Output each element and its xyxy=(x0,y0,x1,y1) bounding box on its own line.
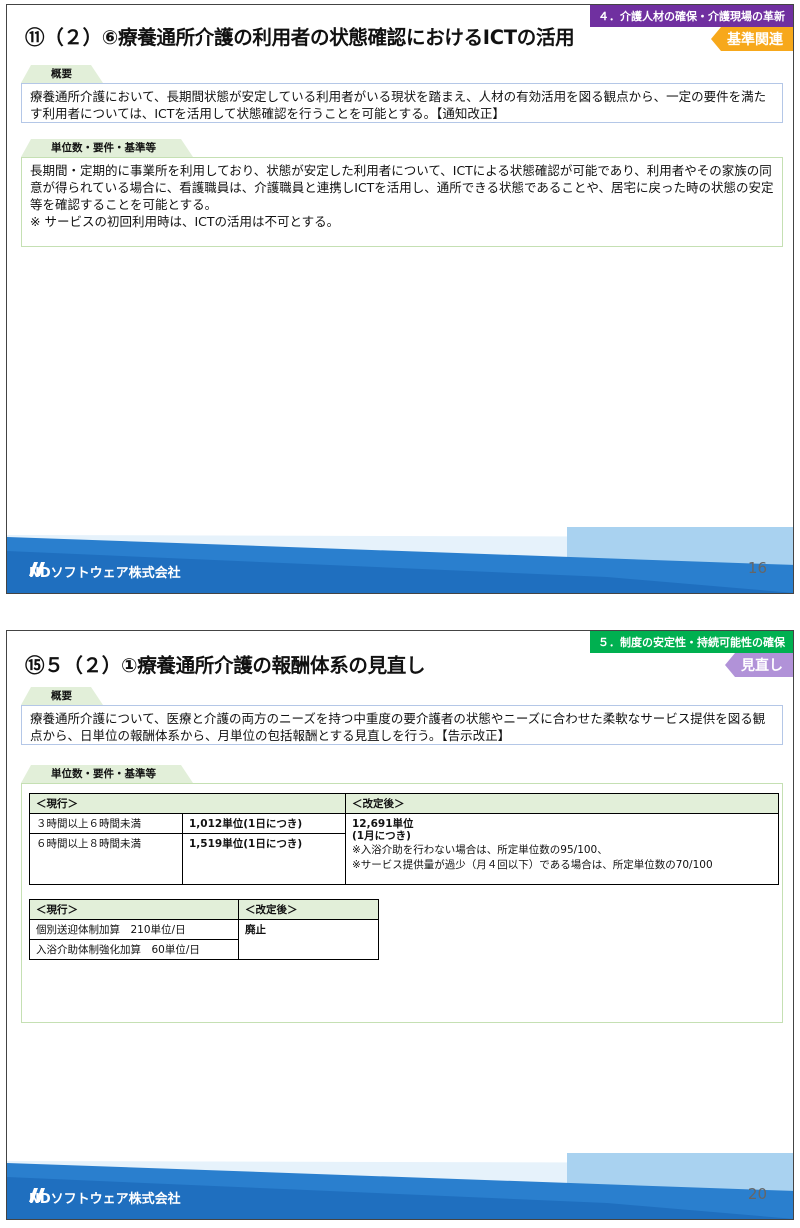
overview-label: 概要 xyxy=(21,687,103,705)
overview-box: 療養通所介護において、長期間状態が安定している利用者がいる現状を踏まえ、人材の有… xyxy=(21,83,783,123)
requirements-label: 単位数・要件・基準等 xyxy=(21,139,193,157)
footer-wave xyxy=(7,1153,793,1219)
company-name: NDソフトウェア株式会社 xyxy=(29,1192,181,1207)
tag-badge: 見直し xyxy=(725,653,793,677)
overview-label: 概要 xyxy=(21,65,103,83)
table-cell-label: 個別送迎体制加算 210単位/日 xyxy=(29,919,239,940)
revised-note: ※入浴介助を行わない場合は、所定単位数の95/100、 xyxy=(352,844,608,856)
category-badge: ４．介護人材の確保・介護現場の革新 xyxy=(590,5,793,27)
overview-text: 療養通所介護について、医療と介護の両方のニーズを持つ中重度の要介護者の状態やニー… xyxy=(30,711,766,743)
slide-title: ⑮５（２）①療養通所介護の報酬体系の見直し xyxy=(25,654,426,677)
table-cell-label: ６時間以上８時間未満 xyxy=(29,833,183,885)
company-logo: NDソフトウェア株式会社 xyxy=(29,562,181,581)
requirements-box: 長期間・定期的に事業所を利用しており、状態が安定した利用者について、ICTによる… xyxy=(21,157,783,247)
rate-table: ＜現行＞ ＜改定後＞ ３時間以上６時間未満 1,012単位(1日につき) 12,… xyxy=(29,793,779,885)
table-cell-value: 1,012単位(1日につき) xyxy=(182,813,346,834)
page-number: 16 xyxy=(747,559,767,577)
addition-table: ＜現行＞ ＜改定後＞ 個別送迎体制加算 210単位/日 廃止 入浴介助体制強化加… xyxy=(29,899,379,960)
footer-wave xyxy=(7,527,793,593)
company-name: NDソフトウェア株式会社 xyxy=(29,566,181,581)
overview-box: 療養通所介護について、医療と介護の両方のニーズを持つ中重度の要介護者の状態やニー… xyxy=(21,705,783,745)
table-header-current: ＜現行＞ xyxy=(29,899,239,920)
table-cell-value: 1,519単位(1日につき) xyxy=(182,833,346,885)
footer: NDソフトウェア株式会社 16 xyxy=(7,527,793,593)
slide-page-20: ５．制度の安定性・持続可能性の確保 見直し ⑮５（２）①療養通所介護の報酬体系の… xyxy=(6,630,794,1220)
tag-badge: 基準関連 xyxy=(711,27,793,51)
overview-text: 療養通所介護において、長期間状態が安定している利用者がいる現状を踏まえ、人材の有… xyxy=(30,89,767,121)
requirements-label: 単位数・要件・基準等 xyxy=(21,765,193,783)
table-cell-label: ３時間以上６時間未満 xyxy=(29,813,183,834)
table-header-revised: ＜改定後＞ xyxy=(238,899,379,920)
logo-mark-icon xyxy=(29,562,45,576)
page-number: 20 xyxy=(747,1185,767,1203)
table-cell-label: 入浴介助体制強化加算 60単位/日 xyxy=(29,939,239,960)
table-row: 個別送迎体制加算 210単位/日 廃止 xyxy=(29,919,379,960)
category-badge: ５．制度の安定性・持続可能性の確保 xyxy=(590,631,793,653)
table-cell-revised: 12,691単位 (1月につき) ※入浴介助を行わない場合は、所定単位数の95/… xyxy=(345,813,779,885)
table-row: ３時間以上６時間未満 1,012単位(1日につき) 12,691単位 (1月につ… xyxy=(29,813,779,885)
revised-unit: (1月につき) xyxy=(352,830,411,842)
requirements-text: 長期間・定期的に事業所を利用しており、状態が安定した利用者について、ICTによる… xyxy=(30,163,774,229)
company-logo: NDソフトウェア株式会社 xyxy=(29,1188,181,1207)
revised-value: 12,691単位 xyxy=(352,818,414,830)
table-header-current: ＜現行＞ xyxy=(29,793,346,814)
logo-mark-icon xyxy=(29,1188,45,1202)
slide-page-16: ４．介護人材の確保・介護現場の革新 基準関連 ⑪（２）⑥療養通所介護の利用者の状… xyxy=(6,4,794,594)
revised-note: ※サービス提供量が過少（月４回以下）である場合は、所定単位数の70/100 xyxy=(352,859,713,871)
table-cell-revised: 廃止 xyxy=(238,919,379,960)
table-header-revised: ＜改定後＞ xyxy=(345,793,779,814)
slide-title: ⑪（２）⑥療養通所介護の利用者の状態確認におけるICTの活用 xyxy=(25,26,575,49)
footer: NDソフトウェア株式会社 20 xyxy=(7,1153,793,1219)
